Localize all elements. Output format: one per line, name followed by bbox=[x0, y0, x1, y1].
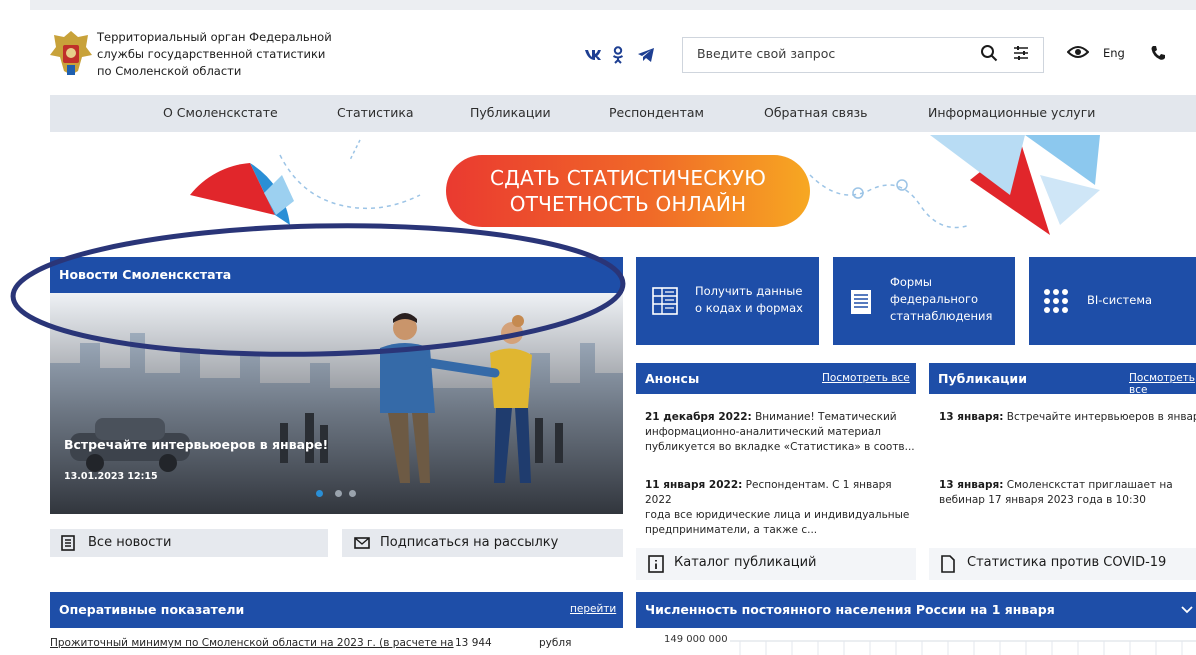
news-slide-title[interactable]: Встречайте интервьюеров в январе! bbox=[64, 437, 328, 452]
publications-catalog-link[interactable]: Каталог публикаций bbox=[636, 548, 916, 580]
announcement-item[interactable]: 21 декабря 2022: Внимание! Тематический … bbox=[645, 410, 915, 455]
news-slide-date: 13.01.2023 12:15 bbox=[64, 471, 158, 482]
publication-item[interactable]: 13 января: Встречайте интервьюеров в янв… bbox=[939, 410, 1196, 425]
slider-dot-active[interactable] bbox=[316, 490, 323, 497]
emblem-logo[interactable] bbox=[48, 27, 94, 79]
indicators-header: Оперативные показатели перейти bbox=[50, 592, 623, 628]
search-input[interactable] bbox=[697, 46, 957, 61]
info-box-icon bbox=[648, 555, 664, 573]
nav-about[interactable]: О Смоленскстате bbox=[163, 105, 278, 120]
announcements-more-link[interactable]: Посмотреть все bbox=[822, 372, 910, 384]
population-chart-grid bbox=[730, 640, 1196, 655]
nav-publications[interactable]: Публикации bbox=[470, 105, 551, 120]
lang-switch[interactable]: Eng bbox=[1103, 46, 1125, 60]
nav-feedback[interactable]: Обратная связь bbox=[764, 105, 868, 120]
nav-statistics[interactable]: Статистика bbox=[337, 105, 414, 120]
indicator-value: 13 944 bbox=[455, 637, 492, 649]
tile-bi-system[interactable]: BI-система bbox=[1029, 257, 1196, 345]
publications-more-link[interactable]: Посмотреть все bbox=[1129, 372, 1196, 396]
slider-dot[interactable] bbox=[349, 490, 356, 497]
nav-respondents[interactable]: Респондентам bbox=[609, 105, 704, 120]
main-nav: О Смоленскстате Статистика Публикации Ре… bbox=[50, 95, 1196, 132]
nav-info-services[interactable]: Информационные услуги bbox=[928, 105, 1095, 120]
forms-document-icon bbox=[851, 290, 871, 314]
chart-axis-value: 149 000 000 bbox=[664, 634, 728, 645]
filter-icon[interactable] bbox=[1012, 44, 1030, 62]
mail-icon bbox=[354, 537, 370, 549]
chevron-down-icon[interactable] bbox=[1181, 606, 1193, 614]
slider-dot[interactable] bbox=[335, 490, 342, 497]
news-header[interactable]: Новости Смоленскстата bbox=[50, 257, 623, 293]
grid-dots-icon bbox=[1044, 289, 1068, 313]
org-name: Территориальный орган Федеральной службы… bbox=[97, 30, 332, 78]
indicators-more-link[interactable]: перейти bbox=[570, 603, 616, 615]
document-icon bbox=[941, 555, 955, 573]
publications-header: Публикации Посмотреть все bbox=[929, 363, 1196, 396]
vk-icon[interactable] bbox=[584, 49, 602, 61]
publication-item[interactable]: 13 января: Смоленскстат приглашает на ве… bbox=[939, 478, 1196, 508]
codes-table-icon bbox=[652, 287, 678, 315]
indicator-unit: рубля bbox=[539, 637, 572, 649]
phone-icon[interactable] bbox=[1150, 45, 1166, 61]
search-icon[interactable] bbox=[980, 44, 998, 62]
eye-icon[interactable] bbox=[1067, 45, 1089, 59]
telegram-icon[interactable] bbox=[637, 47, 655, 63]
tile-federal-forms[interactable]: Формы федерального статнаблюдения bbox=[833, 257, 1015, 345]
ok-icon[interactable] bbox=[612, 46, 624, 64]
covid-statistics-link[interactable]: Статистика против COVID-19 bbox=[929, 548, 1196, 580]
indicator-link[interactable]: Прожиточный минимум по Смоленской област… bbox=[50, 637, 454, 649]
population-header[interactable]: Численность постоянного населения России… bbox=[636, 592, 1196, 628]
submit-reports-online-button[interactable]: СДАТЬ СТАТИСТИЧЕСКУЮ ОТЧЕТНОСТЬ ОНЛАЙН bbox=[446, 155, 810, 227]
subscribe-button[interactable]: Подписаться на рассылку bbox=[342, 529, 623, 557]
top-strip bbox=[30, 0, 1196, 10]
all-news-button[interactable]: Все новости bbox=[50, 529, 328, 557]
document-list-icon bbox=[61, 535, 75, 551]
announcement-item[interactable]: 11 января 2022: Респондентам. С 1 января… bbox=[645, 478, 915, 538]
tile-codes-forms[interactable]: Получить данные о кодах и формах bbox=[636, 257, 819, 345]
announcements-header: Анонсы Посмотреть все bbox=[636, 363, 916, 394]
